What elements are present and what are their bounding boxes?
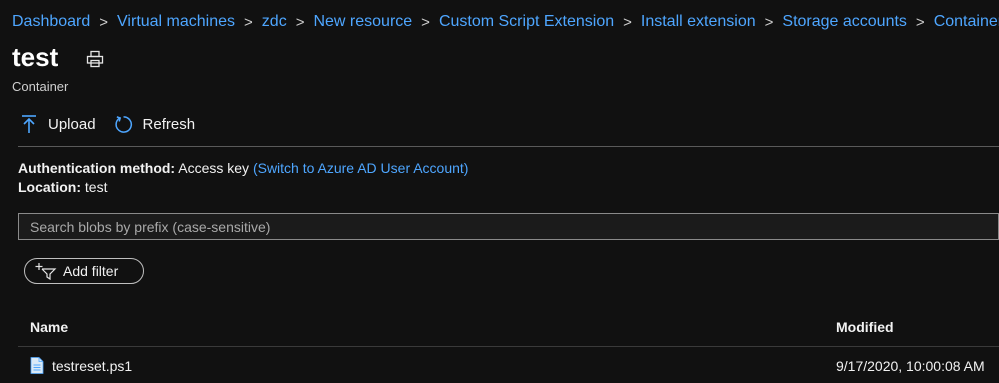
add-filter-icon [35, 263, 57, 280]
auth-method-label: Authentication method: [18, 160, 176, 176]
location-label: Location: [18, 179, 81, 195]
chevron-right-icon: > [623, 13, 632, 31]
breadcrumb-storage-accounts[interactable]: Storage accounts [782, 13, 907, 31]
refresh-button[interactable]: Refresh [114, 115, 196, 134]
breadcrumb-virtual-machines[interactable]: Virtual machines [117, 13, 235, 31]
chevron-right-icon: > [915, 13, 925, 31]
breadcrumb-custom-script-extension[interactable]: Custom Script Extension [439, 13, 614, 31]
upload-arrow-icon [22, 115, 36, 133]
breadcrumb-new-resource[interactable]: New resource [313, 13, 412, 31]
blob-name: testreset.ps1 [52, 357, 133, 374]
auth-method-value: Access key [178, 160, 250, 176]
add-filter-button[interactable]: Add filter [24, 258, 144, 284]
upload-label: Upload [48, 115, 96, 133]
breadcrumb-containers[interactable]: Containers [934, 13, 999, 31]
table-row[interactable]: testreset.ps1 9/17/2020, 10:00:08 AM [18, 348, 999, 383]
location-value: test [84, 179, 108, 195]
blob-modified: 9/17/2020, 10:00:08 AM [836, 358, 985, 374]
chevron-right-icon: > [421, 13, 430, 31]
column-header-name[interactable]: Name [30, 319, 68, 335]
print-icon[interactable] [86, 50, 104, 68]
breadcrumb-zdc[interactable]: zdc [262, 13, 287, 31]
upload-button[interactable]: Upload [20, 114, 96, 134]
page-subtitle: Container [12, 79, 69, 94]
refresh-label: Refresh [142, 115, 196, 133]
file-icon [30, 357, 44, 374]
chevron-right-icon: > [764, 13, 774, 31]
breadcrumb-dashboard[interactable]: Dashboard [12, 13, 90, 31]
search-input[interactable] [28, 217, 998, 236]
breadcrumb: Dashboard > Virtual machines > zdc > New… [12, 10, 999, 34]
chevron-right-icon: > [244, 13, 253, 31]
search-box [18, 213, 999, 240]
toolbar: Upload Refresh [20, 114, 213, 134]
page-title: test [12, 42, 59, 72]
refresh-icon [114, 115, 132, 133]
table-header-divider [18, 346, 999, 347]
column-header-modified[interactable]: Modified [836, 319, 894, 335]
breadcrumb-install-extension[interactable]: Install extension [641, 13, 756, 31]
blob-name-cell[interactable]: testreset.ps1 [30, 357, 132, 374]
add-filter-label: Add filter [63, 263, 119, 279]
location-line: Location: test [18, 179, 107, 195]
toolbar-divider [18, 146, 999, 147]
switch-auth-link[interactable]: (Switch to Azure AD User Account) [253, 160, 469, 176]
chevron-right-icon: > [99, 13, 109, 31]
chevron-right-icon: > [295, 13, 305, 31]
auth-method-line: Authentication method: Access key (Switc… [18, 160, 468, 176]
